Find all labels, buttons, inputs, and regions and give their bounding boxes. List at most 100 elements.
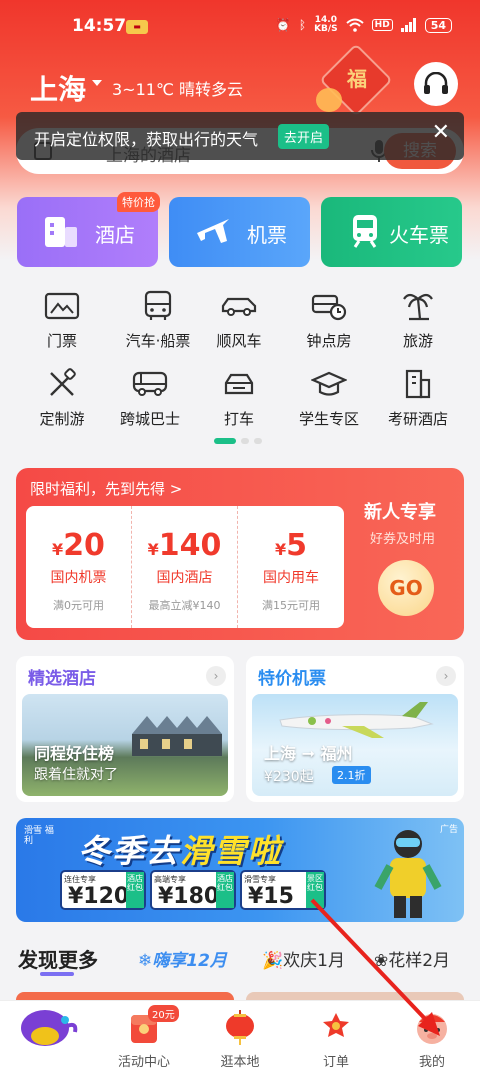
profile-icon (417, 1014, 447, 1044)
network-speed: 14.0 KB/S (314, 15, 338, 34)
close-icon[interactable]: ✕ (432, 122, 450, 144)
ski-title: 冬季去滑雪啦 (78, 832, 283, 870)
coupon-item[interactable]: ¥140 国内酒店 最高立减¥140 (132, 506, 238, 628)
coupon-item[interactable]: ¥20 国内机票 满0元可用 (26, 506, 132, 628)
newbie-title: 新人专享 (364, 502, 436, 523)
hd-badge: HD (371, 19, 393, 31)
grid-item-hourly-room[interactable]: 钟点房 (281, 288, 377, 351)
page-dot-active (214, 438, 236, 444)
card-title: 特价机票 (258, 669, 326, 689)
location-permission-toast: 开启定位权限，获取出行的天气 去开启 ✕ (16, 112, 464, 160)
tab-underline (40, 972, 74, 976)
grid-item-carpool[interactable]: 顺风车 (191, 288, 287, 351)
toast-message: 开启定位权限，获取出行的天气 (34, 130, 259, 149)
weather-text: 3~11℃ 晴转多云 (112, 80, 244, 99)
status-app-icon: ▬ (126, 20, 148, 34)
tile-train[interactable]: 火车票 (321, 197, 462, 267)
hotel-rank-title: 同程好住榜 (34, 744, 115, 763)
newbie-subtitle: 好券及时用 (370, 532, 436, 547)
enable-location-button[interactable]: 去开启 (278, 124, 330, 149)
mascot-icon (21, 1010, 78, 1046)
car-icon (221, 297, 257, 316)
status-right: ⏰ ᛒ 14.0 KB/S HD 54 (276, 16, 452, 34)
page-dot (254, 438, 262, 444)
headset-icon (424, 72, 448, 94)
tile-flight[interactable]: 机票 (169, 197, 310, 267)
chevron-down-icon[interactable] (92, 80, 102, 86)
go-button[interactable]: GO (378, 560, 434, 616)
hourly-room-icon (311, 294, 347, 321)
grid-item-tourism[interactable]: 旅游 (370, 288, 466, 351)
bus-icon (144, 290, 172, 320)
battery-icon: 54 (424, 17, 452, 33)
lantern-icon (226, 1010, 254, 1045)
grid-item-custom-tour[interactable]: 定制游 (14, 366, 110, 429)
nav-profile[interactable]: 我的 (384, 1007, 480, 1070)
grid-item-intercity-bus[interactable]: 跨城巴士 (102, 366, 198, 429)
alarm-icon: ⏰ (275, 18, 291, 32)
fu-char: 福 (347, 67, 367, 91)
flight-route: 上海 ➞ 福州 (264, 744, 353, 763)
ticket-icon (44, 292, 80, 320)
train-icon (353, 215, 377, 248)
coupon-item[interactable]: ¥5 国内用车 满15元可用 (238, 506, 344, 628)
coupon-list: ¥20 国内机票 满0元可用 ¥140 国内酒店 最高立减¥140 ¥5 国内用… (26, 506, 344, 628)
flight-discount-badge: 2.1折 (332, 766, 371, 784)
promo-tag: 特价抢 (117, 192, 160, 212)
signal-icon (400, 18, 416, 32)
featured-hotels-card[interactable]: 精选酒店 › 同程好住榜 跟着住就对了 (16, 656, 234, 802)
nav-activity-center[interactable]: 20元 活动中心 (96, 1005, 192, 1070)
special-flights-card[interactable]: 特价机票 › 上海 ➞ 福州 ¥230起 2.1折 (246, 656, 464, 802)
city-selector[interactable]: 上海 (30, 68, 86, 108)
ski-tag: 滑雪 福利 (24, 826, 54, 846)
ski-coupon[interactable]: 滑雪专享 ¥15 景区红包 (240, 870, 326, 910)
nav-orders[interactable]: 订单 (288, 1007, 384, 1070)
status-bar: 14:57 ▬ ⏰ ᛒ 14.0 KB/S HD 54 (0, 0, 480, 56)
card-title: 精选酒店 (28, 669, 96, 689)
tab-december[interactable]: ❄嗨享12月 (138, 946, 227, 971)
discover-tabs: 发现更多 ❄嗨享12月 🎉欢庆1月 ❀花样2月 (0, 942, 480, 978)
coupon-banner[interactable]: 限时福利，先到先得 > ¥20 国内机票 满0元可用 ¥140 国内酒店 最高立… (16, 468, 464, 640)
hotel-image[interactable]: 同程好住榜 跟着住就对了 (22, 694, 228, 796)
flight-price: ¥230起 (264, 769, 314, 785)
skier-illustration (374, 830, 442, 918)
grid-item-exam-hotel[interactable]: 考研酒店 (370, 366, 466, 429)
page-indicator (214, 438, 262, 444)
chevron-right-icon[interactable]: › (206, 666, 226, 686)
tab-discover-more[interactable]: 发现更多 (18, 944, 98, 973)
ski-promo-banner[interactable]: 滑雪 福利 冬季去滑雪啦 连住专享 ¥120 酒店红包 高端专享 ¥180 酒店红包 滑… (16, 818, 464, 922)
flight-image[interactable]: 上海 ➞ 福州 ¥230起 2.1折 (252, 694, 458, 796)
ski-coupon[interactable]: 连住专享 ¥120 酒店红包 (60, 870, 146, 910)
tab-february[interactable]: ❀花样2月 (374, 946, 450, 971)
wifi-icon (346, 18, 364, 32)
nav-home[interactable] (0, 1007, 96, 1047)
building-icon (405, 369, 431, 399)
intercity-bus-icon (132, 371, 168, 396)
nav-local[interactable]: 逛本地 (192, 1007, 288, 1070)
tile-train-label: 火车票 (389, 223, 449, 247)
bottom-nav: 20元 活动中心 逛本地 订单 我的 (0, 1000, 480, 1072)
tile-flight-label: 机票 (247, 223, 287, 247)
order-icon (323, 1013, 349, 1037)
hotel-icon (45, 217, 77, 247)
grid-item-tickets[interactable]: 门票 (14, 288, 110, 351)
status-time: 14:57 (72, 16, 127, 36)
customer-service-button[interactable] (414, 62, 458, 106)
coupon-header[interactable]: 限时福利，先到先得 > (30, 478, 182, 499)
grid-item-taxi[interactable]: 打车 (191, 366, 287, 429)
page-dot (241, 438, 249, 444)
grid-item-student-zone[interactable]: 学生专区 (281, 366, 377, 429)
tile-hotel-label: 酒店 (95, 223, 135, 247)
custom-tour-icon (50, 368, 76, 396)
activity-badge: 20元 (148, 1005, 179, 1022)
ad-label: 广告 (439, 825, 458, 835)
palm-tree-icon (403, 293, 433, 321)
chevron-right-icon[interactable]: › (436, 666, 456, 686)
tab-january[interactable]: 🎉欢庆1月 (262, 946, 345, 971)
hotel-rank-subtitle: 跟着住就对了 (34, 767, 118, 783)
taxi-icon (224, 373, 254, 395)
ski-coupon[interactable]: 高端专享 ¥180 酒店红包 (150, 870, 236, 910)
bluetooth-icon: ᛒ (298, 18, 307, 32)
ski-coupons: 连住专享 ¥120 酒店红包 高端专享 ¥180 酒店红包 滑雪专享 ¥15 景区红包 (60, 870, 326, 910)
lantern-decoration (316, 88, 342, 112)
